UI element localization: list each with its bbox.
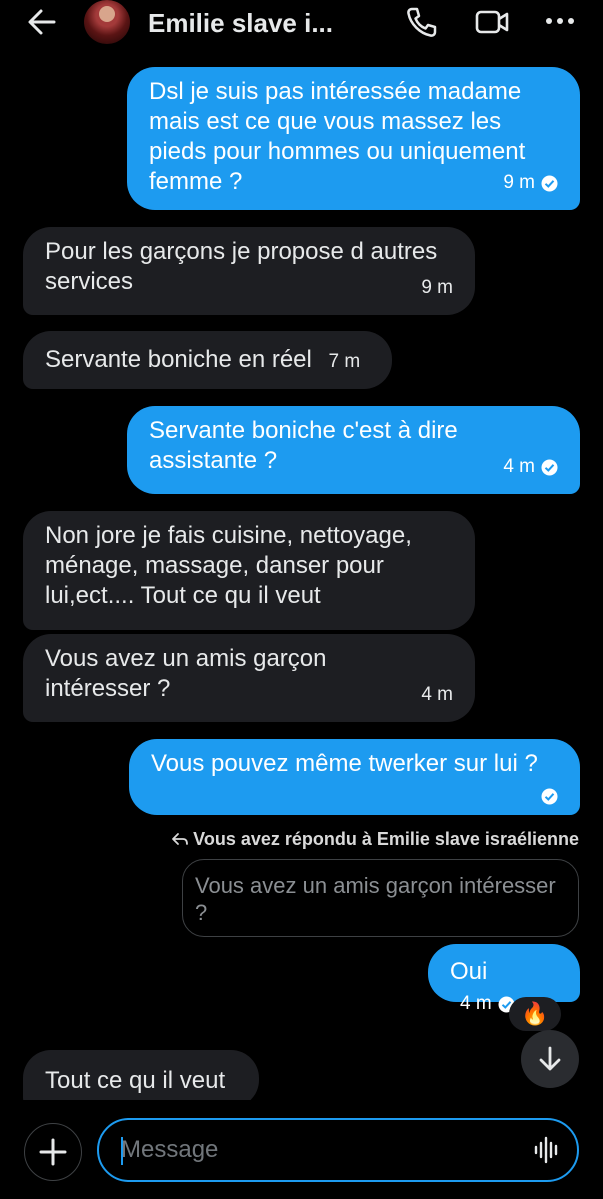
read-check-icon bbox=[541, 788, 558, 805]
reply-note-text: Vous avez répondu à Emilie slave israéli… bbox=[193, 829, 579, 849]
message-time: 4 m bbox=[421, 684, 453, 705]
message-text: Pour les garçons je propose d autres ser… bbox=[45, 238, 438, 295]
arrow-down-icon bbox=[539, 1046, 561, 1071]
message-text: Tout ce qu il veut bbox=[45, 1067, 226, 1094]
message-reaction[interactable]: 🔥 bbox=[509, 997, 561, 1031]
message-time: 9 m bbox=[503, 172, 535, 193]
back-arrow-icon[interactable] bbox=[26, 7, 58, 37]
message-bubble-received[interactable]: Vous avez un amis garçon intéresser ? 4 … bbox=[23, 634, 475, 722]
message-bubble-received[interactable]: Pour les garçons je propose d autres ser… bbox=[23, 227, 475, 315]
text-caret bbox=[121, 1137, 123, 1165]
message-time: 4 m bbox=[460, 993, 492, 1014]
message-text: Servante boniche c'est à dire assistante… bbox=[149, 417, 458, 474]
voice-wave-icon[interactable] bbox=[533, 1135, 561, 1165]
message-bubble-sent[interactable]: Dsl je suis pas intéressée madame mais e… bbox=[127, 67, 580, 210]
message-text: Non jore je fais cuisine, nettoyage, mén… bbox=[45, 522, 412, 609]
message-meta: 9 m bbox=[503, 168, 558, 198]
quoted-message[interactable]: Vous avez un amis garçon intéresser ? bbox=[182, 859, 579, 937]
message-text: Dsl je suis pas intéressée madame mais e… bbox=[149, 78, 526, 195]
message-bubble-received[interactable]: Non jore je fais cuisine, nettoyage, mén… bbox=[23, 511, 475, 630]
message-bubble-received[interactable]: Servante boniche en réel 7 m bbox=[23, 331, 392, 389]
message-meta: 4 m bbox=[460, 989, 515, 1019]
message-meta bbox=[541, 788, 558, 805]
message-meta: 7 m bbox=[329, 347, 361, 377]
message-input[interactable] bbox=[97, 1118, 579, 1182]
read-check-icon bbox=[541, 175, 558, 191]
message-bubble-sent[interactable]: Oui 4 m bbox=[428, 944, 580, 1014]
phone-icon[interactable] bbox=[405, 5, 437, 39]
message-bubble-sent[interactable]: Vous pouvez même twerker sur lui ? bbox=[129, 739, 580, 815]
message-time: 4 m bbox=[503, 456, 535, 477]
read-check-icon bbox=[541, 459, 558, 475]
message-text: Vous pouvez même twerker sur lui ? bbox=[151, 750, 538, 777]
reply-arrow-icon bbox=[172, 833, 189, 845]
message-text: Oui bbox=[450, 958, 488, 985]
conversation-header: Emilie slave i... bbox=[0, 0, 603, 46]
message-meta: 4 m bbox=[421, 680, 453, 710]
plus-icon bbox=[39, 1138, 67, 1166]
message-meta: 4 m bbox=[503, 452, 558, 482]
message-meta: 9 m bbox=[421, 273, 453, 303]
message-composer bbox=[0, 1100, 603, 1199]
scroll-to-bottom-button[interactable] bbox=[521, 1030, 579, 1088]
avatar[interactable] bbox=[84, 0, 130, 44]
add-attachment-button[interactable] bbox=[24, 1123, 82, 1181]
message-text: Vous avez un amis garçon intéresser ? bbox=[45, 645, 327, 702]
conversation-title[interactable]: Emilie slave i... bbox=[148, 8, 333, 39]
message-text: Servante boniche en réel bbox=[45, 346, 312, 373]
more-icon[interactable] bbox=[543, 9, 577, 33]
message-bubble-sent[interactable]: Servante boniche c'est à dire assistante… bbox=[127, 406, 580, 494]
message-time: 9 m bbox=[421, 277, 453, 298]
reply-context-note: Vous avez répondu à Emilie slave israéli… bbox=[171, 829, 579, 850]
video-icon[interactable] bbox=[474, 7, 510, 37]
message-time: 7 m bbox=[328, 351, 361, 372]
